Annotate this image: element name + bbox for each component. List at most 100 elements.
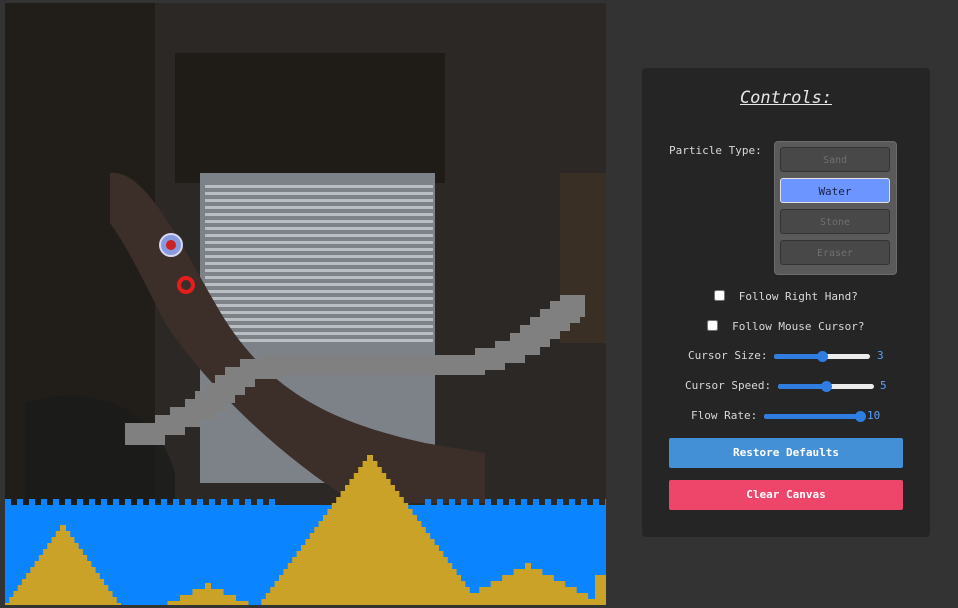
particle-sand-button[interactable]: Sand bbox=[780, 147, 890, 172]
sand-layer bbox=[261, 599, 479, 605]
sand-layer bbox=[349, 479, 391, 485]
water-drop bbox=[161, 499, 167, 505]
blind-slat bbox=[205, 283, 433, 286]
water-drop bbox=[29, 499, 35, 505]
sand-layer bbox=[314, 527, 426, 533]
water-drop bbox=[449, 499, 455, 505]
follow-right-hand-label: Follow Right Hand? bbox=[738, 290, 858, 303]
water-drop bbox=[125, 499, 131, 505]
sand-layer bbox=[21, 579, 105, 585]
cursor-size-slider[interactable] bbox=[774, 351, 870, 362]
sand-layer bbox=[525, 563, 531, 569]
flow-rate-slider[interactable] bbox=[764, 411, 866, 422]
sand-layer bbox=[38, 555, 88, 561]
sand-layer bbox=[367, 455, 373, 461]
cursor-speed-thumb[interactable] bbox=[821, 381, 832, 392]
water-drop bbox=[605, 499, 606, 505]
cursor-size-thumb[interactable] bbox=[817, 351, 828, 362]
flow-rate-thumb[interactable] bbox=[855, 411, 866, 422]
particle-type-label: Particle Type: bbox=[669, 144, 762, 157]
sand-layer bbox=[270, 587, 470, 593]
water-drop bbox=[557, 499, 563, 505]
blind-slat bbox=[205, 199, 433, 202]
water-drop bbox=[77, 499, 83, 505]
water-drop bbox=[461, 499, 467, 505]
cursor-size-row: Cursor Size: 3 bbox=[642, 349, 930, 365]
sand-layer bbox=[287, 563, 453, 569]
water-drop bbox=[65, 499, 71, 505]
follow-right-hand-checkbox[interactable] bbox=[714, 290, 726, 301]
follow-mouse-label: Follow Mouse Cursor? bbox=[732, 320, 865, 333]
sand-layer bbox=[358, 467, 382, 473]
sand-layer bbox=[301, 545, 439, 551]
restore-defaults-button[interactable]: Restore Defaults bbox=[669, 438, 903, 468]
particle-eraser-button[interactable]: Eraser bbox=[780, 240, 890, 265]
cursor-speed-slider[interactable] bbox=[778, 381, 874, 392]
water-drop bbox=[197, 499, 203, 505]
water-drop bbox=[53, 499, 59, 505]
sand-layer bbox=[345, 485, 395, 491]
blind-slat bbox=[205, 248, 433, 251]
water-drop bbox=[425, 499, 431, 505]
blind-slat bbox=[205, 185, 433, 188]
blind-slat bbox=[205, 220, 433, 223]
sand-layer bbox=[502, 575, 554, 581]
blind-slat bbox=[205, 290, 433, 293]
sand-layer bbox=[13, 591, 113, 597]
sand-layer bbox=[305, 539, 435, 545]
water-drop bbox=[485, 499, 491, 505]
water-drop bbox=[233, 499, 239, 505]
sand-layer bbox=[265, 593, 475, 599]
flow-rate-value: 10 bbox=[867, 409, 881, 422]
sand-layer bbox=[490, 581, 566, 587]
sand-layer bbox=[30, 567, 96, 573]
follow-mouse-checkbox[interactable] bbox=[707, 320, 719, 331]
sand-layer bbox=[595, 575, 606, 605]
sand-layer bbox=[353, 473, 387, 479]
blind-slat bbox=[205, 269, 433, 272]
blind-slat bbox=[205, 332, 433, 335]
particle-stone-button[interactable]: Stone bbox=[780, 209, 890, 234]
blind-slat bbox=[205, 192, 433, 195]
sand-layer bbox=[205, 583, 211, 589]
blind-slat bbox=[205, 206, 433, 209]
cursor-speed-row: Cursor Speed: 5 bbox=[642, 379, 930, 395]
sand-layer bbox=[167, 601, 249, 605]
water-drop bbox=[545, 499, 551, 505]
sand-layer bbox=[34, 561, 92, 567]
water-drop bbox=[113, 499, 119, 505]
controls-panel: Controls: Particle Type: Sand Water Ston… bbox=[642, 68, 930, 537]
blind-slat bbox=[205, 318, 433, 321]
sand-layer bbox=[331, 503, 409, 509]
cursor-size-label: Cursor Size: bbox=[688, 349, 768, 362]
water-drop bbox=[185, 499, 191, 505]
sand-layer bbox=[292, 557, 448, 563]
sand-layer bbox=[5, 603, 121, 605]
sand-layer bbox=[318, 521, 422, 527]
blind-slat bbox=[205, 262, 433, 265]
water-drop bbox=[497, 499, 503, 505]
clear-canvas-button[interactable]: Clear Canvas bbox=[669, 480, 903, 510]
particle-water-button[interactable]: Water bbox=[780, 178, 890, 203]
water-drop bbox=[437, 499, 443, 505]
cursor-speed-label: Cursor Speed: bbox=[685, 379, 772, 392]
follow-mouse-row: Follow Mouse Cursor? bbox=[642, 320, 930, 333]
blind-slat bbox=[205, 213, 433, 216]
blind-slat bbox=[205, 297, 433, 300]
water-drop bbox=[17, 499, 23, 505]
water-drop bbox=[137, 499, 143, 505]
canvas-svg[interactable] bbox=[5, 3, 606, 605]
water-drop bbox=[149, 499, 155, 505]
sand-layer bbox=[51, 537, 75, 543]
sand-layer bbox=[274, 581, 466, 587]
cursor-size-value: 3 bbox=[877, 349, 884, 362]
stone-block bbox=[560, 295, 585, 317]
blind-slat bbox=[205, 241, 433, 244]
stone-block bbox=[265, 355, 485, 375]
sand-layer bbox=[60, 525, 66, 531]
sand-layer bbox=[180, 595, 236, 601]
simulation-canvas[interactable] bbox=[5, 3, 606, 605]
blind-slat bbox=[205, 304, 433, 307]
flow-rate-label: Flow Rate: bbox=[691, 409, 758, 422]
blind-slat bbox=[205, 311, 433, 314]
